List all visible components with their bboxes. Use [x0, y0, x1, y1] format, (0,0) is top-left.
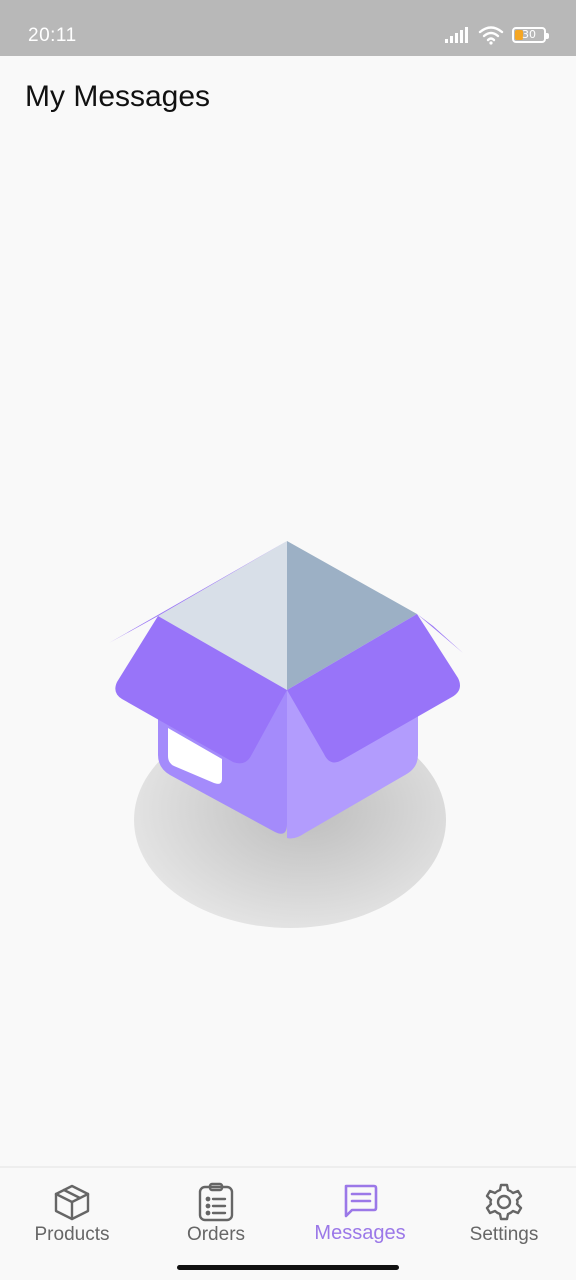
tab-label-products: Products — [34, 1224, 110, 1245]
tab-label-settings: Settings — [469, 1224, 539, 1245]
bottom-tab-bar: Products Orders Messages Settings — [0, 1166, 576, 1258]
battery-icon: 30 — [512, 27, 549, 43]
tab-messages[interactable]: Messages — [288, 1168, 432, 1258]
signal-icon — [445, 27, 468, 43]
open-box-illustration — [109, 541, 463, 928]
gear-icon — [485, 1183, 523, 1221]
wifi-icon — [478, 26, 504, 45]
tab-label-orders: Orders — [186, 1224, 246, 1245]
box-icon — [54, 1184, 90, 1221]
tab-label-messages: Messages — [314, 1222, 406, 1244]
home-indicator — [177, 1265, 399, 1270]
chat-bubble-icon — [344, 1184, 378, 1218]
tab-orders[interactable]: Orders — [144, 1168, 288, 1258]
tab-settings[interactable]: Settings — [432, 1168, 576, 1258]
tab-products[interactable]: Products — [0, 1168, 144, 1258]
page-title: My Messages — [25, 80, 211, 113]
status-time: 20:11 — [28, 25, 77, 46]
clipboard-list-icon — [198, 1182, 234, 1222]
status-icons: 30 — [444, 23, 549, 47]
status-bar: 20:11 30 — [0, 0, 576, 56]
battery-level: 30 — [522, 28, 536, 41]
